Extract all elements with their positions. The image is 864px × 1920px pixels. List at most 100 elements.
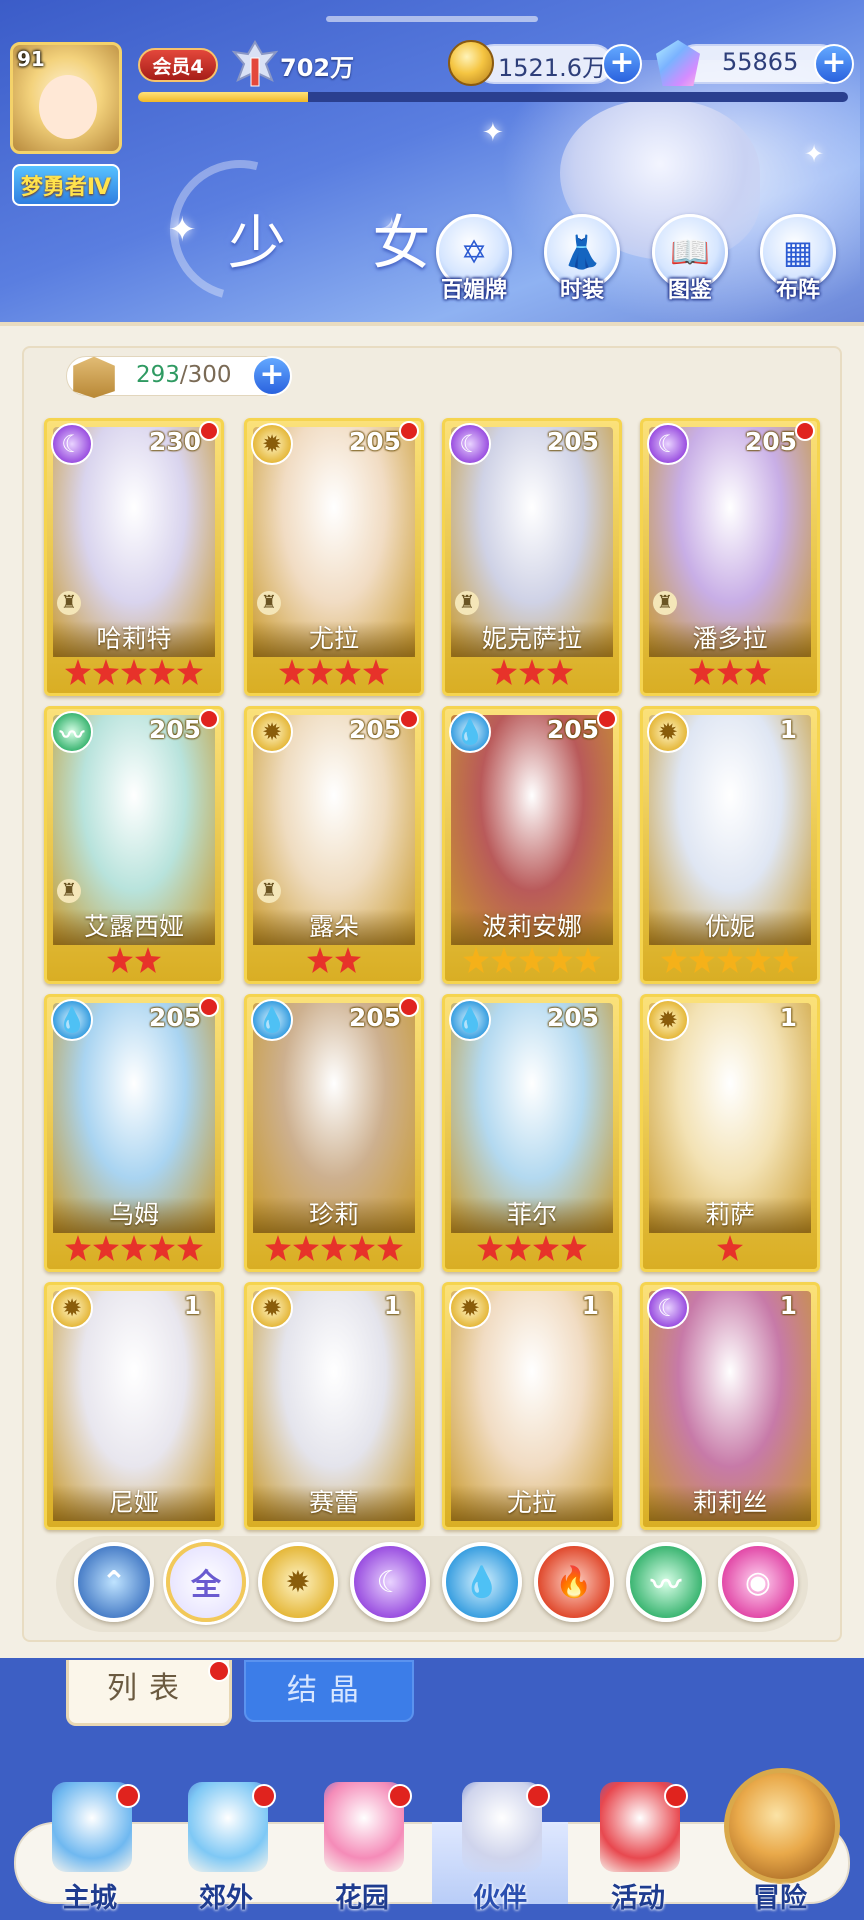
character-level: 205 [546, 1003, 599, 1032]
notification-dot [116, 1784, 140, 1808]
player-avatar[interactable]: 91 [10, 42, 122, 154]
feature-button-charm-cards[interactable]: ✡ 百媚牌 [430, 214, 518, 304]
player-title-badge[interactable]: 梦勇者Ⅳ [12, 164, 120, 206]
star-icon [307, 947, 333, 973]
page-title: 少 女 [228, 209, 465, 277]
character-card[interactable]: ✹ 1 赛蕾 [244, 1282, 424, 1530]
player-level: 91 [17, 47, 45, 71]
character-card[interactable]: ✹ 205 ♜ 尤拉 [244, 418, 424, 696]
star-rating [247, 947, 421, 977]
water-element-icon: 💧 [449, 711, 491, 753]
character-level: 205 [744, 427, 797, 456]
add-gems-button[interactable]: + [814, 44, 854, 84]
star-icon [717, 659, 743, 685]
character-level: 205 [148, 715, 201, 744]
character-name: 波莉安娜 [451, 909, 613, 945]
character-name: 潘多拉 [649, 621, 811, 657]
feature-button-gallery[interactable]: 📖 图鉴 [646, 214, 734, 304]
character-name: 尤拉 [253, 621, 415, 657]
feature-button-formation[interactable]: ▦ 布阵 [754, 214, 842, 304]
character-name: 露朵 [253, 909, 415, 945]
nav-item-5[interactable]: 活动 [578, 1782, 698, 1914]
water-element-icon: 💧 [449, 999, 491, 1041]
gold-coin-icon [448, 40, 494, 86]
filter-wind-button[interactable]: 〰 [626, 1542, 706, 1622]
nav-label: 主城 [63, 1883, 117, 1914]
filter-pink-button[interactable]: ◉ [718, 1542, 798, 1622]
star-icon [533, 1235, 559, 1261]
star-icon [505, 1235, 531, 1261]
character-card[interactable]: 💧 205 乌姆 [44, 994, 224, 1272]
character-card[interactable]: ✹ 1 莉萨 [640, 994, 820, 1272]
sun-element-icon: ✹ [251, 711, 293, 753]
character-level: 1 [779, 1003, 797, 1032]
character-level: 205 [148, 1003, 201, 1032]
star-rating [247, 659, 421, 689]
character-card[interactable]: 〰 205 ♜ 艾露西娅 [44, 706, 224, 984]
nav-item-1[interactable]: 主城 [30, 1782, 150, 1914]
star-icon [177, 1235, 203, 1261]
avatar-face [39, 75, 97, 139]
character-level: 205 [348, 427, 401, 456]
nav-label: 活动 [611, 1883, 665, 1914]
expand-capacity-button[interactable]: + [252, 356, 292, 396]
character-card[interactable]: ✹ 1 优妮 [640, 706, 820, 984]
filter-dark-button[interactable]: ☾ [350, 1542, 430, 1622]
character-name: 乌姆 [53, 1197, 215, 1233]
notification-dot [795, 421, 815, 441]
star-rating [445, 659, 619, 689]
star-icon [477, 1235, 503, 1261]
star-icon [463, 947, 489, 973]
character-card[interactable]: ✹ 1 尼娅 [44, 1282, 224, 1530]
character-level: 205 [348, 715, 401, 744]
add-gold-button[interactable]: + [602, 44, 642, 84]
notification-dot [252, 1784, 276, 1808]
star-rating [445, 947, 619, 977]
filter-light-button[interactable]: ✹ [258, 1542, 338, 1622]
character-card[interactable]: 💧 205 珍莉 [244, 994, 424, 1272]
star-icon [335, 659, 361, 685]
character-name: 妮克萨拉 [451, 621, 613, 657]
star-icon [307, 659, 333, 685]
star-icon [491, 947, 517, 973]
capacity-current: 293 [136, 362, 180, 388]
character-card[interactable]: ☾ 1 莉莉丝 [640, 1282, 820, 1530]
star-icon [65, 659, 91, 685]
nav-item-2[interactable]: 郊外 [166, 1782, 286, 1914]
character-card[interactable]: 💧 205 菲尔 [442, 994, 622, 1272]
feature-button-outfit[interactable]: 👗 时装 [538, 214, 626, 304]
notification-dot [388, 1784, 412, 1808]
character-card[interactable]: ☾ 230 ♜ 哈莉特 [44, 418, 224, 696]
character-level: 1 [779, 1291, 797, 1320]
character-card[interactable]: ✹ 205 ♜ 露朵 [244, 706, 424, 984]
nav-item-3[interactable]: 花园 [302, 1782, 422, 1914]
character-name: 莉莉丝 [649, 1485, 811, 1521]
notification-dot [664, 1784, 688, 1808]
notification-dot [526, 1784, 550, 1808]
filter-top-button[interactable]: ⌃ [74, 1542, 154, 1622]
moon-element-icon: ☾ [647, 1287, 689, 1329]
filter-all-button[interactable]: 全 [166, 1542, 246, 1622]
gem-amount: 55865 [722, 48, 799, 76]
formation-piece-icon: ♜ [455, 591, 479, 615]
filter-water-button[interactable]: 💧 [442, 1542, 522, 1622]
nav-item-4[interactable]: 伙伴 [440, 1782, 560, 1914]
nav-item-6[interactable]: 冒险 [720, 1782, 840, 1914]
character-name: 赛蕾 [253, 1485, 415, 1521]
character-card[interactable]: ☾ 205 ♜ 妮克萨拉 [442, 418, 622, 696]
character-card[interactable]: ✹ 1 尤拉 [442, 1282, 622, 1530]
character-level: 230 [148, 427, 201, 456]
star-icon [265, 1235, 291, 1261]
character-level: 1 [581, 1291, 599, 1320]
vip-badge[interactable]: 会员4 [138, 48, 218, 82]
feature-label: 百媚牌 [440, 278, 507, 303]
character-card[interactable]: ☾ 205 ♜ 潘多拉 [640, 418, 820, 696]
tab-crystal[interactable]: 结晶 [244, 1660, 414, 1722]
star-icon [177, 659, 203, 685]
filter-fire-button[interactable]: 🔥 [534, 1542, 614, 1622]
character-name: 莉萨 [649, 1197, 811, 1233]
character-level: 1 [383, 1291, 401, 1320]
star-icon [363, 659, 389, 685]
character-card[interactable]: 💧 205 波莉安娜 [442, 706, 622, 984]
character-level: 1 [183, 1291, 201, 1320]
